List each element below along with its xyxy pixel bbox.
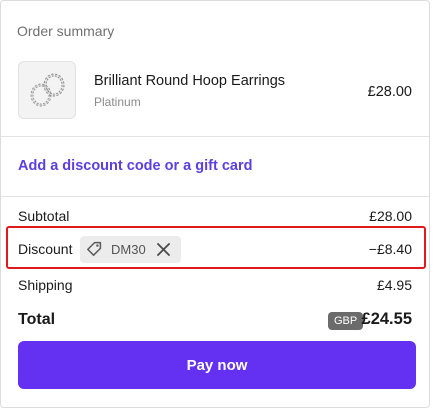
add-discount-link[interactable]: Add a discount code or a gift card [18,158,252,174]
discount-code-chip: DM30 [80,236,181,263]
hoop-earrings-image [30,73,65,107]
product-variant: Platinum [94,95,141,109]
shipping-value: £4.95 [376,277,412,293]
total-label: Total [18,311,56,328]
currency-badge: GBP [328,312,364,330]
subtotal-label: Subtotal [18,208,70,224]
divider [1,196,429,197]
discount-label: Discount [18,241,73,257]
tag-icon [87,241,102,256]
divider [1,136,429,137]
discount-code: DM30 [111,242,146,257]
close-icon[interactable] [155,241,172,258]
pay-now-button[interactable]: Pay now [18,341,416,389]
product-thumbnail [18,61,76,119]
subtotal-value: £28.00 [369,208,412,224]
total-value: £24.55 [361,310,412,328]
discount-value: −£8.40 [368,241,412,257]
product-name: Brilliant Round Hoop Earrings [94,73,286,89]
order-summary-title: Order summary [17,23,115,39]
order-summary-card: Order summary Brilliant Round Hoop Earri… [0,0,430,408]
product-price: £28.00 [367,84,412,100]
shipping-label: Shipping [18,277,73,293]
